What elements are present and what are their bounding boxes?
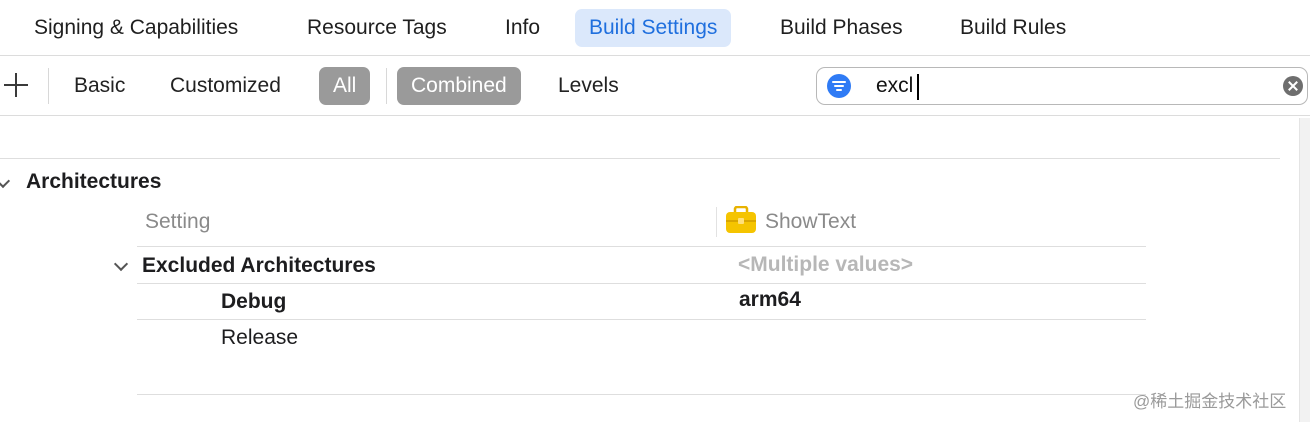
column-divider: [716, 207, 717, 237]
view-levels[interactable]: Levels: [544, 67, 633, 105]
clear-icon[interactable]: [1283, 76, 1303, 96]
row-divider: [137, 283, 1146, 284]
toolbox-icon: [726, 206, 756, 233]
row-divider: [137, 319, 1146, 320]
config-name-debug[interactable]: Debug: [221, 290, 286, 314]
row-divider: [137, 246, 1146, 247]
tab-resource-tags[interactable]: Resource Tags: [293, 9, 461, 47]
chevron-down-icon[interactable]: [0, 173, 11, 189]
chevron-down-icon[interactable]: [113, 256, 129, 272]
filter-customized[interactable]: Customized: [156, 67, 295, 105]
filter-basic[interactable]: Basic: [60, 67, 139, 105]
column-header-setting: Setting: [145, 210, 211, 233]
tab-info[interactable]: Info: [491, 9, 554, 47]
vertical-scrollbar[interactable]: [1299, 118, 1310, 422]
filter-icon[interactable]: [827, 74, 851, 98]
setting-name[interactable]: Excluded Architectures: [142, 254, 376, 278]
view-combined[interactable]: Combined: [397, 67, 521, 105]
tab-build-phases[interactable]: Build Phases: [766, 9, 917, 47]
tab-build-rules[interactable]: Build Rules: [946, 9, 1080, 47]
editor-tab-bar: Signing & Capabilities Resource Tags Inf…: [0, 0, 1310, 56]
filter-all[interactable]: All: [319, 67, 371, 105]
column-header-target: ShowText: [765, 210, 857, 233]
tab-signing-capabilities[interactable]: Signing & Capabilities: [20, 9, 252, 47]
row-divider: [137, 394, 1146, 395]
toolbar-divider: [48, 68, 49, 104]
tab-build-settings[interactable]: Build Settings: [575, 9, 732, 47]
text-caret: [917, 74, 919, 100]
setting-value[interactable]: <Multiple values>: [738, 253, 913, 277]
plus-icon[interactable]: [4, 73, 28, 97]
config-name-release[interactable]: Release: [221, 326, 298, 350]
search-input[interactable]: [876, 70, 1216, 102]
watermark: @稀土掘金技术社区: [1133, 392, 1287, 411]
toolbar-divider: [386, 68, 387, 104]
config-value-debug[interactable]: arm64: [739, 288, 801, 312]
section-title[interactable]: Architectures: [26, 170, 161, 194]
section-divider: [0, 158, 1280, 159]
build-settings-toolbar: Basic Customized All Combined Levels: [0, 56, 1310, 116]
search-field[interactable]: [816, 67, 1308, 105]
